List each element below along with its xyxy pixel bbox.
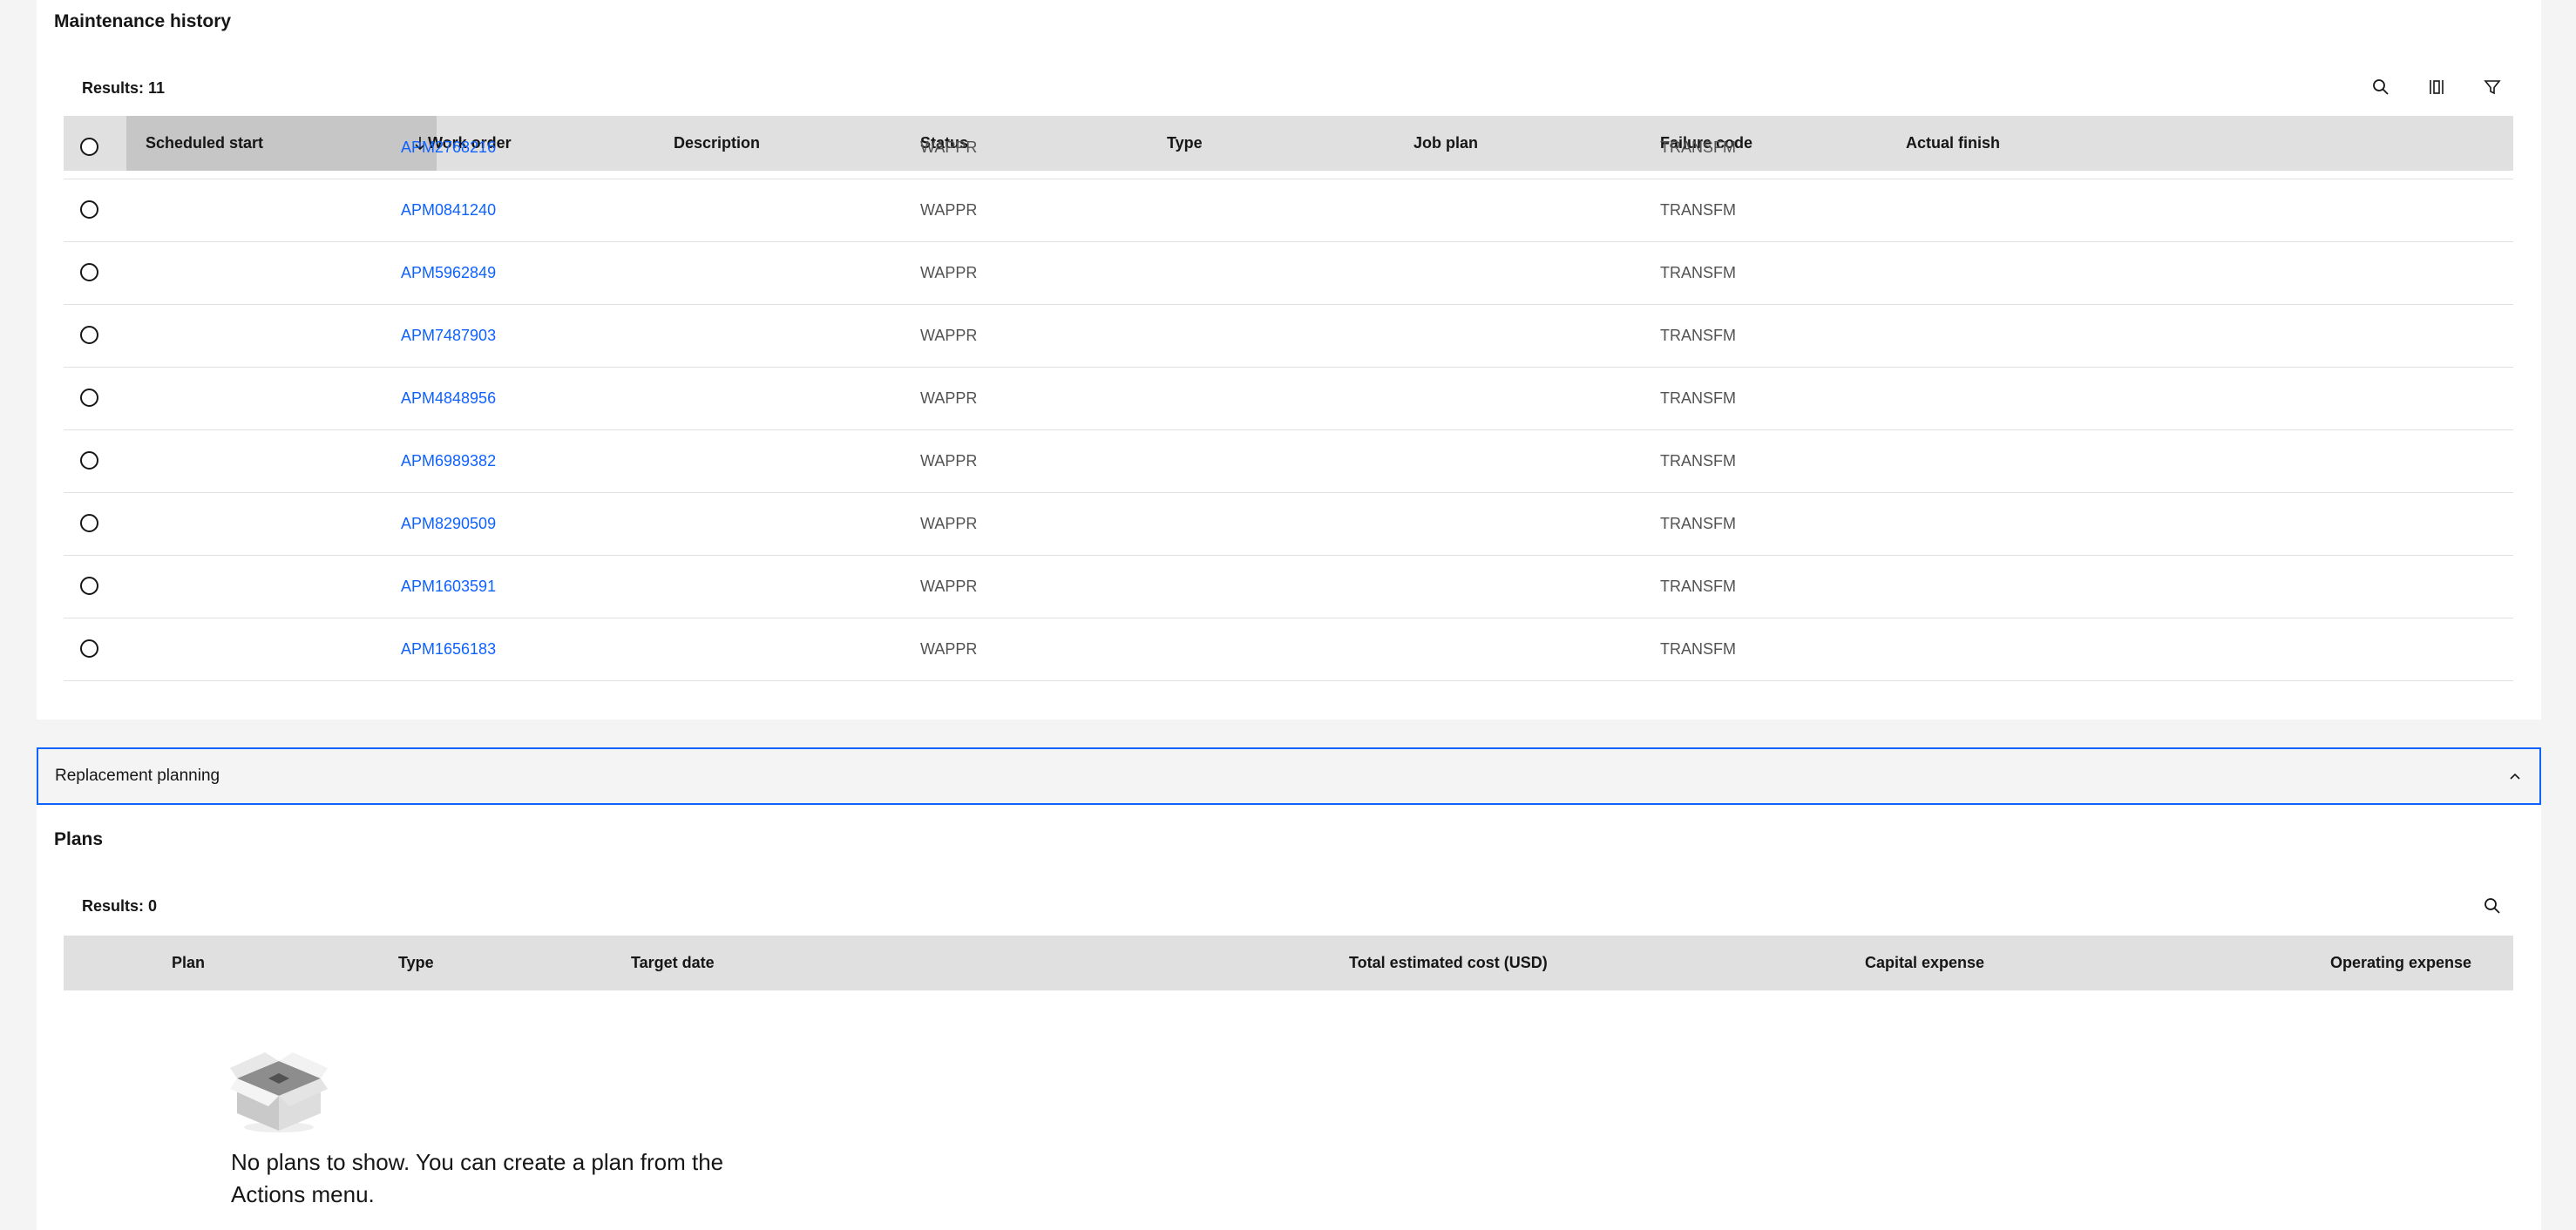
filter-button[interactable] bbox=[2475, 70, 2510, 105]
work-order-link[interactable]: APM5962849 bbox=[401, 264, 496, 281]
search-icon bbox=[2484, 898, 2500, 914]
failure-code-cell: TRANSFM bbox=[1660, 452, 1736, 470]
work-order-link[interactable]: APM0841240 bbox=[401, 201, 496, 219]
status-cell: WAPPR bbox=[920, 640, 978, 658]
filter-icon bbox=[2484, 80, 2501, 95]
maintenance-history-results-count: Results: 11 bbox=[82, 79, 166, 97]
status-cell: WAPPR bbox=[920, 201, 978, 219]
status-cell: WAPPR bbox=[920, 389, 978, 407]
table-row: APM1603591 WAPPR TRANSFM bbox=[64, 556, 2513, 618]
status-cell: WAPPR bbox=[920, 327, 978, 344]
empty-box-icon bbox=[230, 1052, 328, 1132]
row-select-radio[interactable] bbox=[80, 326, 98, 344]
row-select-radio[interactable] bbox=[80, 389, 98, 407]
plans-toolbar bbox=[2454, 889, 2510, 923]
failure-code-cell: TRANSFM bbox=[1660, 389, 1736, 407]
failure-code-cell: TRANSFM bbox=[1660, 515, 1736, 532]
row-select-radio[interactable] bbox=[80, 138, 98, 156]
column-header-capital-expense[interactable]: Capital expense bbox=[1865, 936, 1984, 990]
row-select-radio[interactable] bbox=[80, 263, 98, 281]
column-header-total-estimated-cost[interactable]: Total estimated cost (USD) bbox=[1349, 936, 1548, 990]
failure-code-cell: TRANSFM bbox=[1660, 327, 1736, 344]
search-button[interactable] bbox=[2363, 70, 2398, 105]
row-select-radio[interactable] bbox=[80, 451, 98, 470]
replacement-planning-title: Replacement planning bbox=[55, 767, 220, 785]
failure-code-cell: TRANSFM bbox=[1660, 264, 1736, 281]
table-row: APM0841240 WAPPR TRANSFM bbox=[64, 179, 2513, 242]
maintenance-history-toolbar bbox=[2342, 70, 2510, 105]
row-select-radio[interactable] bbox=[80, 200, 98, 219]
column-settings-icon bbox=[2430, 80, 2444, 94]
table-row: APM4848956 WAPPR TRANSFM bbox=[64, 368, 2513, 430]
status-cell: WAPPR bbox=[920, 578, 978, 595]
maintenance-history-table-body: APM2768216 WAPPR TRANSFM APM0841240 WAPP… bbox=[64, 117, 2513, 720]
plans-empty-message: No plans to show. You can create a plan … bbox=[231, 1149, 724, 1207]
failure-code-cell: TRANSFM bbox=[1660, 201, 1736, 219]
column-header-type[interactable]: Type bbox=[398, 936, 434, 990]
row-select-radio[interactable] bbox=[80, 514, 98, 532]
row-select-radio[interactable] bbox=[80, 639, 98, 658]
status-cell: WAPPR bbox=[920, 264, 978, 281]
work-order-link[interactable]: APM2768216 bbox=[401, 139, 496, 156]
table-row: APM1656183 WAPPR TRANSFM bbox=[64, 618, 2513, 681]
status-cell: WAPPR bbox=[920, 139, 978, 156]
table-row: APM2768216 WAPPR TRANSFM bbox=[64, 117, 2513, 179]
table-row: APM7487903 WAPPR TRANSFM bbox=[64, 305, 2513, 368]
column-header-operating-expense[interactable]: Operating expense bbox=[2330, 936, 2471, 990]
work-order-link[interactable]: APM8290509 bbox=[401, 515, 496, 532]
replacement-planning-accordion-header[interactable]: Replacement planning bbox=[37, 747, 2541, 805]
column-header-plan[interactable]: Plan bbox=[172, 936, 205, 990]
status-cell: WAPPR bbox=[920, 452, 978, 470]
maintenance-history-title: Maintenance history bbox=[54, 11, 232, 31]
chevron-up-icon bbox=[2510, 773, 2520, 780]
work-order-link[interactable]: APM1603591 bbox=[401, 578, 496, 595]
work-order-link[interactable]: APM4848956 bbox=[401, 389, 496, 407]
status-cell: WAPPR bbox=[920, 515, 978, 532]
plans-results-count: Results: 0 bbox=[82, 897, 158, 915]
maintenance-history-panel: Maintenance history Results: 11 Schedule… bbox=[37, 0, 2541, 720]
row-select-radio[interactable] bbox=[80, 577, 98, 595]
work-order-link[interactable]: APM7487903 bbox=[401, 327, 496, 344]
table-row: APM5962849 WAPPR TRANSFM bbox=[64, 242, 2513, 305]
work-order-link[interactable]: APM6989382 bbox=[401, 452, 496, 470]
column-settings-button[interactable] bbox=[2419, 70, 2454, 105]
plans-table-header: Plan Type Target date Total estimated co… bbox=[64, 936, 2513, 990]
plans-panel: Plans Results: 0 Plan Type Target date T… bbox=[37, 805, 2541, 1230]
failure-code-cell: TRANSFM bbox=[1660, 139, 1736, 156]
failure-code-cell: TRANSFM bbox=[1660, 640, 1736, 658]
failure-code-cell: TRANSFM bbox=[1660, 578, 1736, 595]
plans-title: Plans bbox=[54, 829, 104, 849]
column-header-target-date[interactable]: Target date bbox=[631, 936, 715, 990]
work-order-link[interactable]: APM1656183 bbox=[401, 640, 496, 658]
plans-search-button[interactable] bbox=[2475, 889, 2510, 923]
table-row: APM6989382 WAPPR TRANSFM bbox=[64, 430, 2513, 493]
search-icon bbox=[2373, 79, 2389, 95]
table-row: APM8290509 WAPPR TRANSFM bbox=[64, 493, 2513, 556]
